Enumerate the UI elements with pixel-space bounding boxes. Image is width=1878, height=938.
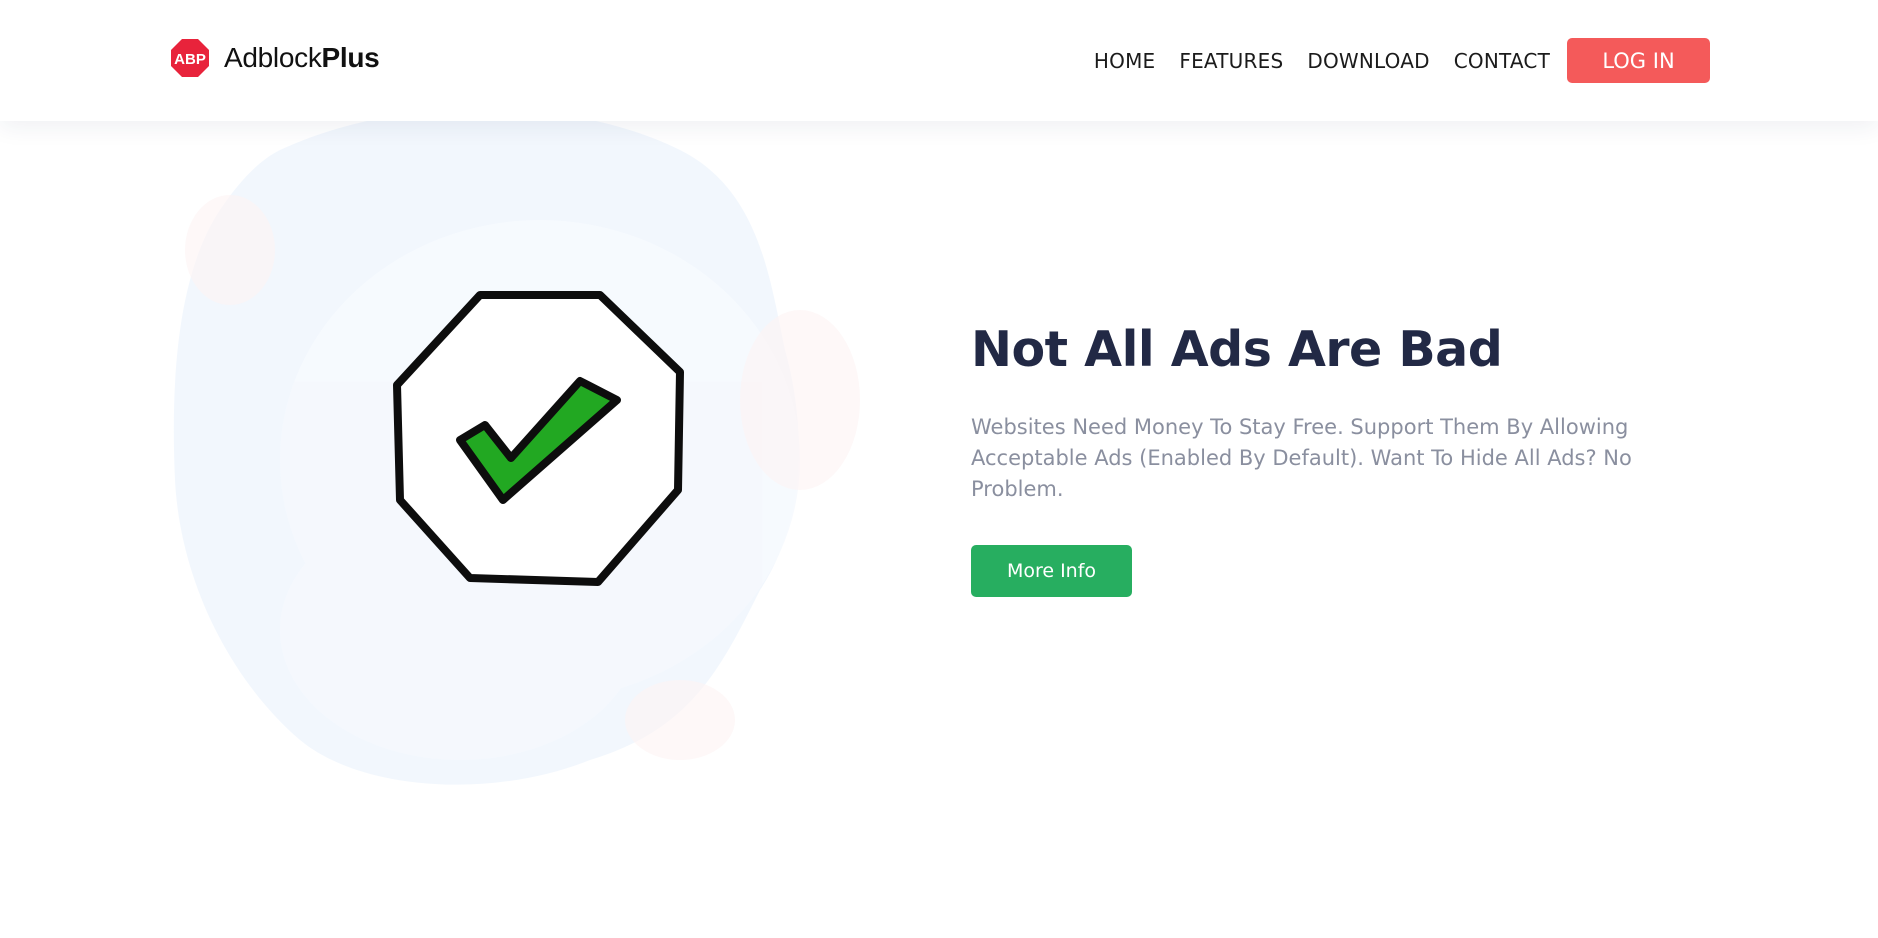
main-nav: HOME FEATURES DOWNLOAD CONTACT bbox=[1094, 38, 1550, 84]
nav-home[interactable]: HOME bbox=[1094, 49, 1155, 73]
nav-contact[interactable]: CONTACT bbox=[1454, 49, 1550, 73]
abp-badge-text: ABP bbox=[174, 51, 206, 68]
hero-content: Not All Ads Are Bad Websites Need Money … bbox=[971, 318, 1671, 597]
brand-name-bold: Plus bbox=[321, 42, 380, 73]
site-logo[interactable]: ABP AdblockPlus bbox=[170, 38, 380, 78]
brand-name-regular: Adblock bbox=[224, 42, 322, 73]
abp-logo-icon: ABP bbox=[171, 39, 209, 77]
hero-description: Websites Need Money To Stay Free. Suppor… bbox=[971, 415, 1632, 501]
nav-features[interactable]: FEATURES bbox=[1179, 49, 1283, 73]
brand-name: AdblockPlus bbox=[224, 42, 380, 74]
hero-title: Not All Ads Are Bad bbox=[971, 321, 1503, 378]
nav-download[interactable]: DOWNLOAD bbox=[1307, 49, 1429, 73]
checkmark-octagon-icon bbox=[393, 291, 684, 586]
top-navbar: ABP AdblockPlus HOME FEATURES DOWNLOAD C… bbox=[0, 0, 1878, 121]
login-button[interactable]: LOG IN bbox=[1567, 38, 1710, 83]
more-info-button[interactable]: More Info bbox=[971, 545, 1132, 597]
